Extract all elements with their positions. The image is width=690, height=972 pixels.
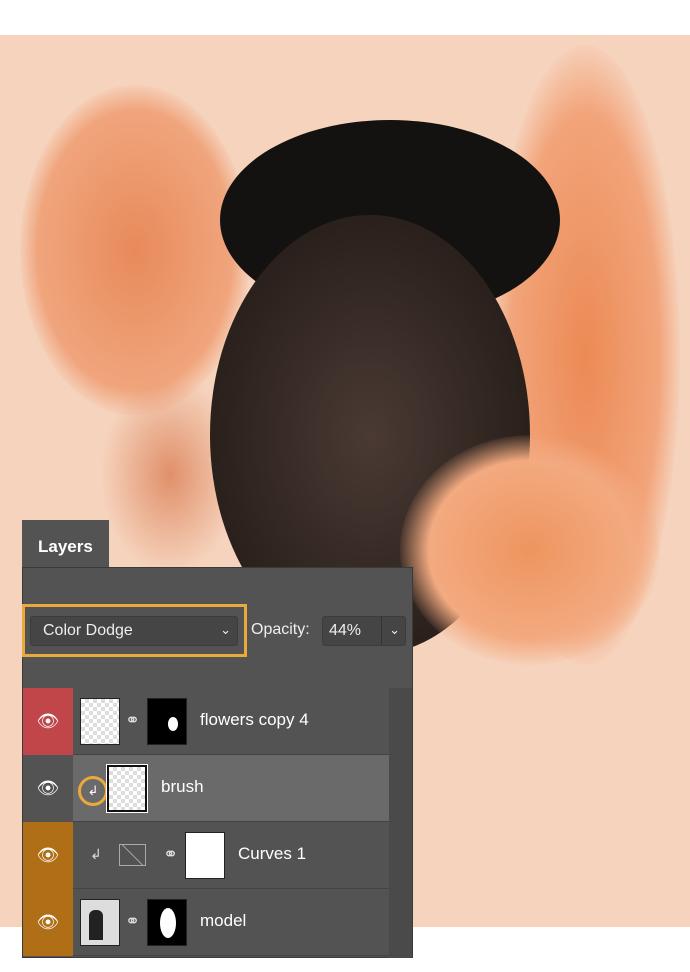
link-icon: ⚭ — [125, 911, 141, 931]
flowers-bottom-right — [400, 435, 660, 665]
layer-row-model[interactable]: 👁 ⚭ model — [23, 889, 389, 956]
chevron-down-icon[interactable]: ⌄ — [389, 622, 400, 638]
clip-arrow-icon: ↲ — [90, 846, 102, 862]
opacity-input[interactable]: 44% ⌄ — [322, 616, 406, 646]
clip-indicator-highlight: ↲ — [78, 776, 108, 806]
tab-layers[interactable]: Layers — [22, 520, 109, 568]
blend-mode-value: Color Dodge — [43, 622, 133, 639]
opacity-label: Opacity: — [251, 621, 310, 638]
opacity-value: 44% — [329, 622, 362, 639]
layers-panel: Color Dodge ⌄ Opacity: 44% ⌄ 👁 ⚭ flowers… — [22, 567, 413, 958]
layer-row-brush[interactable]: 👁 ↲ brush — [23, 755, 389, 822]
layer-name: brush — [161, 777, 204, 796]
eye-icon[interactable]: 👁 — [23, 889, 73, 956]
curves-adjustment-icon — [119, 844, 146, 866]
layer-mask — [185, 832, 225, 879]
blend-mode-dropdown[interactable]: Color Dodge ⌄ — [30, 616, 238, 646]
layer-thumbnail — [80, 698, 120, 745]
layer-thumbnail — [106, 764, 148, 813]
link-icon: ⚭ — [163, 844, 179, 864]
layer-name: Curves 1 — [238, 844, 307, 863]
layer-row-flowers-copy-4[interactable]: 👁 ⚭ flowers copy 4 — [23, 688, 389, 755]
scrollbar[interactable] — [388, 688, 412, 958]
layer-name: model — [200, 911, 247, 930]
flowers-left — [20, 85, 250, 415]
layer-mask — [147, 698, 187, 745]
eye-icon[interactable]: 👁 — [23, 822, 73, 889]
layer-mask — [147, 899, 187, 946]
layer-thumbnail — [80, 899, 120, 946]
eye-icon[interactable]: 👁 — [23, 688, 73, 755]
layer-row-curves-1[interactable]: 👁 ↲ ⚭ Curves 1 — [23, 822, 389, 889]
chevron-down-icon: ⌄ — [220, 622, 231, 637]
eye-icon[interactable]: 👁 — [23, 755, 73, 822]
layer-name: flowers copy 4 — [200, 710, 309, 729]
link-icon: ⚭ — [125, 710, 141, 730]
